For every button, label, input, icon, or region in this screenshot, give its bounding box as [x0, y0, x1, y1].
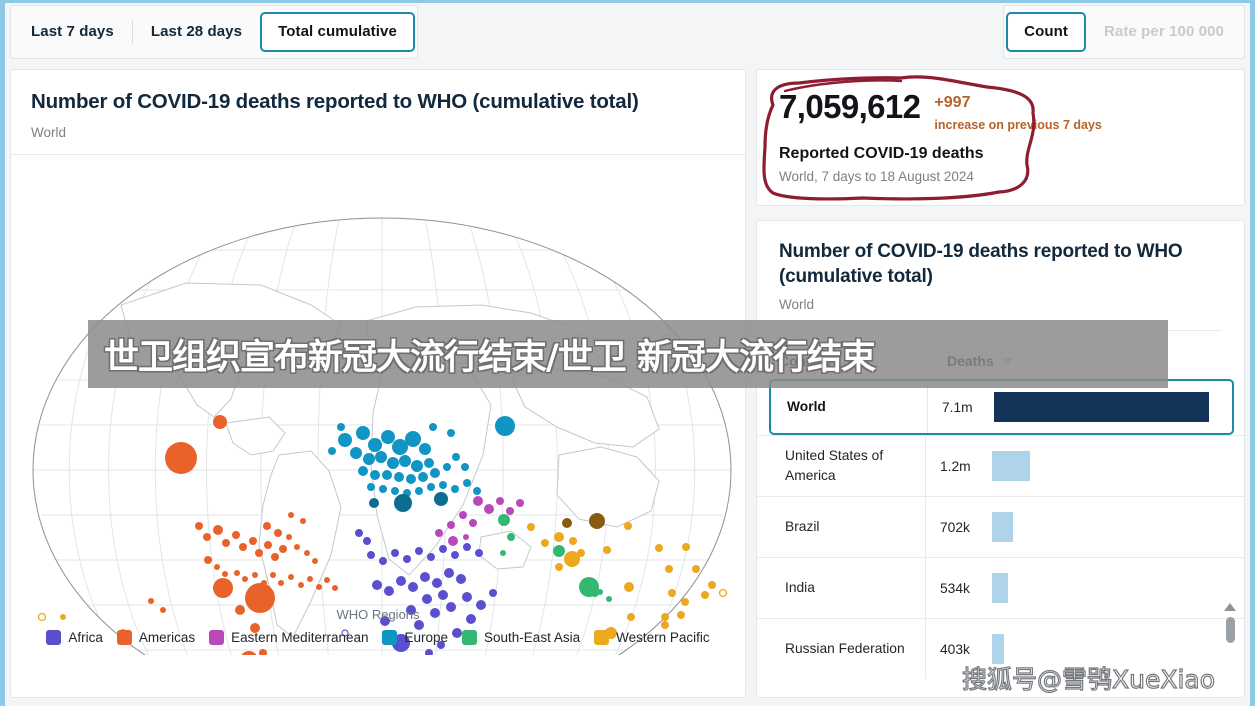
page-edge-left: [0, 0, 5, 706]
deaths-table-card: Number of COVID-19 deaths reported to WH…: [756, 220, 1245, 698]
legend-swatch-icon: [462, 630, 478, 646]
legend-label: Western Pacific: [616, 630, 710, 646]
period-option-total-cumulative[interactable]: Total cumulative: [260, 12, 415, 52]
watermark: 搜狐号@雪鸮XueXiao: [961, 664, 1216, 694]
cell-deaths: 7.1m: [927, 381, 1232, 434]
cell-country: World: [787, 399, 826, 415]
handdrawn-annotation-circle: [762, 75, 1036, 201]
stat-top-row: 7,059,612 +997 increase on previous 7 da…: [779, 90, 1222, 132]
deaths-stat-card: 7,059,612 +997 increase on previous 7 da…: [756, 69, 1245, 206]
measure-option-count[interactable]: Count: [1006, 12, 1086, 52]
deaths-bar: [992, 573, 1008, 604]
table-row[interactable]: United States of America 1.2m: [757, 435, 1244, 497]
cell-deaths-value: 7.1m: [942, 399, 973, 415]
map-legend: WHO Regions Africa Americas Eastern Medi…: [11, 607, 745, 646]
headline-banner-text: 世卫组织宣布新冠大流行结束/世卫 新冠大流行结束: [104, 337, 876, 378]
world-bubble-map[interactable]: WHO Regions Africa Americas Eastern Medi…: [11, 155, 747, 706]
measure-segmented-control[interactable]: Count Rate per 100 000: [1003, 5, 1245, 59]
cell-deaths: 702k: [925, 497, 1244, 558]
legend-item-americas[interactable]: Americas: [116, 630, 196, 646]
map-card-header: Number of COVID-19 deaths reported to WH…: [11, 70, 745, 156]
deaths-bar: [992, 451, 1030, 482]
table-body: World 7.1m United States of America 1.2m…: [757, 379, 1244, 680]
table-card-title: Number of COVID-19 deaths reported to WH…: [779, 241, 1183, 288]
deaths-bar: [994, 392, 1209, 423]
legend-label: Eastern Mediterranean: [231, 630, 369, 646]
cell-country: United States of America: [785, 448, 884, 484]
legend-items: Africa Americas Eastern Mediterranean Eu…: [11, 630, 745, 646]
stat-value: 7,059,612: [779, 88, 921, 125]
legend-label: Africa: [68, 630, 103, 646]
legend-swatch-icon: [46, 630, 62, 646]
cell-deaths-value: 1.2m: [940, 458, 971, 474]
legend-item-europe[interactable]: Europe: [382, 630, 449, 646]
map-card-subtitle: World: [31, 125, 67, 141]
cell-deaths: 1.2m: [925, 436, 1244, 497]
world-map-svg[interactable]: [11, 155, 747, 706]
stat-scope: World, 7 days to 18 August 2024: [779, 168, 974, 184]
scroll-up-arrow-icon[interactable]: [1224, 603, 1236, 611]
cell-country: India: [785, 580, 815, 596]
measure-option-rate-per-100000[interactable]: Rate per 100 000: [1086, 12, 1242, 52]
cell-deaths: 534k: [925, 558, 1244, 619]
table-row[interactable]: Brazil 702k: [757, 496, 1244, 558]
deaths-bar: [992, 512, 1013, 543]
cell-deaths-value: 702k: [940, 519, 970, 535]
table-scrollbar[interactable]: [1222, 603, 1238, 697]
legend-swatch-icon: [382, 630, 398, 646]
stat-label: Reported COVID-19 deaths: [779, 144, 984, 162]
cell-deaths-value: 534k: [940, 580, 970, 596]
legend-label: Europe: [404, 630, 449, 646]
app-root: Last 7 days Last 28 days Total cumulativ…: [0, 0, 1255, 706]
map-card-title: Number of COVID-19 deaths reported to WH…: [31, 90, 639, 113]
table-row[interactable]: India 534k: [757, 557, 1244, 619]
period-segmented-control[interactable]: Last 7 days Last 28 days Total cumulativ…: [10, 5, 418, 59]
legend-swatch-icon: [116, 630, 132, 646]
cell-country: Russian Federation: [785, 641, 905, 657]
toolbar: Last 7 days Last 28 days Total cumulativ…: [5, 3, 1250, 61]
legend-label: South-East Asia: [484, 630, 581, 646]
legend-item-western-pacific[interactable]: Western Pacific: [594, 630, 710, 646]
legend-swatch-icon: [209, 630, 225, 646]
legend-label: Americas: [138, 630, 196, 646]
legend-title: WHO Regions: [336, 607, 420, 623]
headline-banner-overlay: 世卫组织宣布新冠大流行结束/世卫 新冠大流行结束: [88, 320, 1168, 388]
cell-country: Brazil: [785, 519, 820, 535]
stat-delta-caption: increase on previous 7 days: [934, 117, 1102, 132]
legend-item-south-east-asia[interactable]: South-East Asia: [462, 630, 581, 646]
period-option-last-7-days[interactable]: Last 7 days: [13, 12, 132, 52]
legend-swatch-icon: [594, 630, 610, 646]
page-edge-right: [1250, 0, 1255, 706]
legend-item-eastern-mediterranean[interactable]: Eastern Mediterranean: [209, 630, 369, 646]
legend-item-africa[interactable]: Africa: [46, 630, 103, 646]
scrollbar-thumb[interactable]: [1225, 617, 1235, 643]
cell-deaths-value: 403k: [940, 641, 970, 657]
table-card-subtitle: World: [779, 297, 815, 313]
period-option-last-28-days[interactable]: Last 28 days: [133, 12, 260, 52]
stat-delta-block: +997 increase on previous 7 days: [934, 90, 1101, 132]
stat-delta-value: +997: [934, 94, 971, 111]
